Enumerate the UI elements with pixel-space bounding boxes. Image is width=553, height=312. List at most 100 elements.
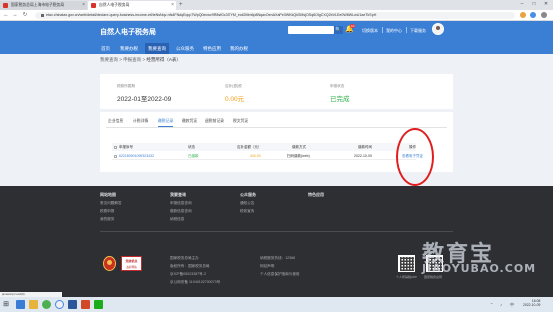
extension-icon[interactable] [520,12,526,18]
wechat-icon[interactable] [94,300,103,309]
maximize-button[interactable]: □ [529,0,539,9]
download-link[interactable]: 下载服务 [410,28,426,34]
browser-tab-title: 自然人电子税务局 [99,3,130,7]
back-button[interactable]: ← [2,11,10,20]
site-header: 自然人电子税务局 🔍 🔔 10 切换版本 我的中心 下载服务 首页 我要办税 我… [0,21,553,54]
table-header: 申报序号 状态 应补金额（元） 缴款方式 缴款时间 操作 [112,143,416,151]
footer-title-query: 我要查询 [170,192,186,197]
folder-icon[interactable] [29,300,38,309]
tax-summary: 应补(退)税 0.00元 [225,84,244,103]
forward-button[interactable]: → [11,11,19,20]
gov-site-badge[interactable]: 党政机关 政府网站 [121,256,142,271]
ppt-icon[interactable] [81,300,90,309]
reload-button[interactable]: ↻ [21,11,29,20]
my-center-link[interactable]: 我的中心 [386,28,402,34]
nav-featured-apps[interactable]: 特色应用 [200,43,224,54]
footer-icp-link[interactable]: 京ICP备05023387号-2 [170,272,206,277]
footer-link[interactable]: 税费申报 [100,209,114,214]
period-summary: 税款所属期 2022-01至2022-09 [117,84,171,103]
browser-tab-1[interactable]: 国家税务总局上海市电子税务局 × [0,1,87,10]
minimize-button[interactable]: – [517,0,527,9]
status-summary: 申报状态 已完成 [330,84,350,103]
tab-company-info[interactable]: 企业信息 [108,119,123,124]
period-value: 2022-01至2022-09 [117,96,172,103]
new-tab-button[interactable]: + [179,1,183,9]
main-navigation: 首页 我要办税 我要查询 公众服务 特色应用 我的办税 [0,41,553,54]
site-logo[interactable]: 自然人电子税务局 [100,27,156,37]
tab-payment-voucher[interactable]: 缴款凭证 [182,119,197,124]
nav-home[interactable]: 首页 [98,43,113,54]
badge-bottom-text: 政府网站 [126,266,137,269]
network-icon[interactable]: ⌃ [490,302,493,307]
chrome-icon[interactable] [55,300,64,309]
footer-link[interactable]: 常见问题解答 [100,201,122,206]
footer-link[interactable]: 纳税信息 [170,217,184,222]
nav-my-tax[interactable]: 我的办税 [227,43,251,54]
footer-info: 版权所有：国家税务总局 [170,264,210,268]
row-serial: 622180901099323432 [119,154,155,158]
row-time: 2022-10-09 [354,154,372,158]
annotation-circle [396,128,434,186]
user-avatar[interactable] [432,23,444,35]
close-tab-icon[interactable]: × [171,1,174,10]
switch-version-link[interactable]: 切换版本 [362,28,378,34]
nav-public-service[interactable]: 公众服务 [173,43,197,54]
browser-icon[interactable] [42,300,51,309]
national-emblem-icon [103,256,116,271]
breadcrumb-item-query[interactable]: 我要查询 [100,57,118,62]
close-tab-icon[interactable]: × [82,1,85,10]
ime-icon[interactable]: 中 [510,302,514,308]
site-search-input[interactable] [288,26,334,34]
footer-link[interactable]: 税收宣传 [240,209,254,214]
header-status: 状态 [188,145,195,149]
nav-query[interactable]: 我要查询 [145,43,169,54]
qr-caption: 个人所得税APP [396,275,418,279]
tab-refund-records[interactable]: 退税前记录 [205,119,224,124]
taskbar-clock[interactable]: 16:08 2022-10-09 [523,299,540,307]
period-label: 税款所属期 [117,84,135,88]
url-input[interactable]: etax.chinatax.gov.cn/web/detail/declare-… [35,12,515,19]
breadcrumb-separator: > [119,57,122,62]
header-method: 缴款方式 [292,145,306,149]
word-icon[interactable] [68,300,77,309]
file-explorer-icon[interactable] [16,300,25,309]
footer-statement-link[interactable]: 网站声明 [260,264,274,269]
header-divider [382,27,383,33]
start-search-icon[interactable]: ⊞ [0,300,12,309]
qr-caption: 国家税务总局 [424,275,443,279]
volume-icon[interactable]: ♪ [500,302,502,307]
footer-link[interactable]: 申报信息查询 [170,201,192,206]
tab-tax-voucher[interactable]: 税文凭证 [233,119,248,124]
clock-date: 2022-10-09 [523,303,541,307]
close-window-button[interactable]: ✕ [541,0,551,9]
os-taskbar: ⊞ ⌃ ♪ 中 16:08 2022-10-09 [0,297,553,312]
footer-link[interactable]: 我的服务 [100,217,114,222]
tab-tax-details[interactable]: 计税详情 [133,119,148,124]
footer-police-link[interactable]: 京公网安备 11040102700073号 [170,280,220,285]
nav-handle-tax[interactable]: 我要办税 [117,43,141,54]
row-status: 已缴款 [188,154,199,158]
badge-top-text: 党政机关 [125,259,138,263]
footer-link[interactable]: 缴款信息查询 [170,209,192,214]
notification-badge: 10 [350,24,356,28]
tab-payment-records[interactable]: 缴税记录 [158,119,173,124]
watermark-domain: JIAOYUBAO.COM [422,262,537,275]
summary-card: 税款所属期 2022-01至2022-09 应补(退)税 0.00元 申报状态 … [100,74,453,109]
breadcrumb: 我要查询 > 申报查询 > 经营所得（A表） [100,57,181,63]
favicon-icon [3,3,8,8]
select-all-checkbox[interactable] [114,145,117,149]
breadcrumb-item-declare[interactable]: 申报查询 [123,57,141,62]
menu-icon[interactable] [541,12,547,18]
address-bar: ← → ↻ etax.chinatax.gov.cn/web/detail/de… [0,10,553,21]
status-label: 申报状态 [330,84,345,88]
footer-info: 纳税服务热线：12366 [260,256,296,260]
search-icon[interactable]: 🔍 [334,26,343,34]
browser-tab-title: 国家税务总局上海市电子税务局 [11,3,65,7]
browser-tab-2[interactable]: 自然人电子税务局 × [88,1,176,10]
profile-icon[interactable] [530,12,536,18]
footer-link[interactable]: 通知公告 [240,201,254,206]
footer-privacy-link[interactable]: 个人信息保护指南与使用 [260,272,300,277]
tab-divider [106,127,447,128]
row-checkbox[interactable] [114,154,117,158]
lock-icon [41,13,44,17]
